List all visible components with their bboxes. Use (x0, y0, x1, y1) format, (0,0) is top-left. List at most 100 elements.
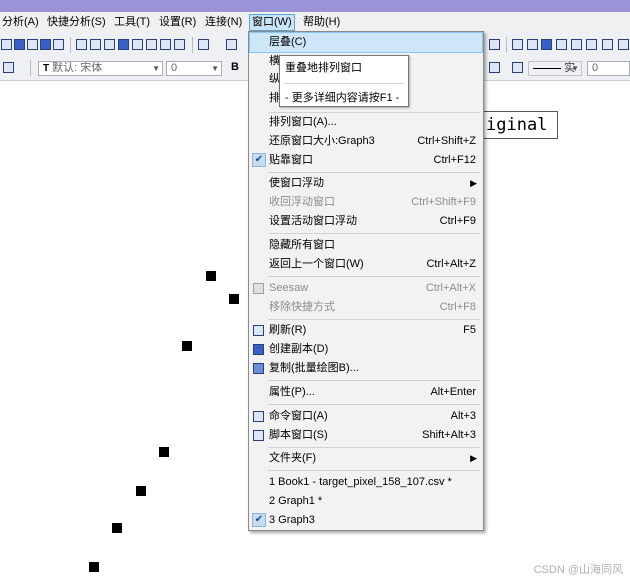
tool-icon[interactable] (53, 39, 64, 50)
menu-separator (268, 470, 480, 471)
menu-item-label: 复制(批量绘图B)... (269, 362, 359, 374)
menu-item-window-graph3[interactable]: ✔ 3 Graph3 (250, 511, 482, 530)
menu-quick-analysis[interactable]: 快捷分析(S) (45, 15, 108, 30)
tool-icon[interactable] (586, 39, 597, 50)
z-axis-icon[interactable] (556, 39, 567, 50)
menu-item-label: 移除快捷方式 (269, 301, 335, 313)
menu-item-seesaw: Seesaw Ctrl+Alt+X (250, 279, 482, 298)
tool-icon[interactable] (1, 39, 12, 50)
menu-item-restore-size[interactable]: 还原窗口大小:Graph3 Ctrl+Shift+Z (250, 132, 482, 151)
menu-item-refresh[interactable]: 刷新(R) F5 (250, 321, 482, 340)
watermark: CSDN @山海同风 (533, 564, 623, 576)
menu-separator (268, 447, 480, 448)
menu-item-shortcut: Ctrl+F9 (439, 215, 476, 227)
tool-icon[interactable] (76, 39, 87, 50)
tool-icon[interactable] (132, 39, 143, 50)
menu-item-shortcut: Shift+Alt+3 (422, 429, 476, 441)
font-size-combo[interactable]: 0 ▼ (166, 61, 222, 76)
menu-separator (268, 319, 480, 320)
menu-item-set-active-floating[interactable]: 设置活动窗口浮动 Ctrl+F9 (250, 212, 482, 231)
tool-icon[interactable] (146, 39, 157, 50)
menu-connect[interactable]: 连接(N) (203, 15, 244, 30)
menu-tools[interactable]: 工具(T) (112, 15, 152, 30)
menu-separator (268, 276, 480, 277)
menu-item-batch-plot[interactable]: 复制(批量绘图B)... (250, 359, 482, 378)
line-width-combo[interactable]: 0 (587, 61, 630, 76)
tool-icon[interactable] (27, 39, 38, 50)
menu-item-properties[interactable]: 属性(P)... Alt+Enter (250, 383, 482, 402)
tool-icon[interactable] (198, 39, 209, 50)
menu-separator (268, 404, 480, 405)
data-point (159, 447, 169, 457)
menu-item-command-window[interactable]: 命令窗口(A) Alt+3 (250, 407, 482, 426)
font-name-value: 默认: 宋体 (52, 62, 103, 74)
seesaw-icon (253, 283, 264, 294)
line-style-combo[interactable]: 实 ▼ (528, 61, 582, 76)
font-name-combo[interactable]: T 默认: 宋体 ▼ (38, 61, 163, 76)
menu-item-float-window[interactable]: 使窗口浮动 ▶ (250, 174, 482, 193)
menu-item-label: 1 Book1 - target_pixel_158_107.csv * (269, 476, 452, 488)
tool-icon[interactable] (618, 39, 629, 50)
legend-text[interactable]: iginal (478, 111, 558, 139)
tool-icon[interactable] (512, 39, 523, 50)
batch-plot-icon (253, 363, 264, 374)
tool-icon[interactable] (118, 39, 129, 50)
refresh-icon (253, 325, 264, 336)
tool-icon[interactable] (90, 39, 101, 50)
menu-item-shortcut: Ctrl+Shift+F9 (411, 196, 476, 208)
fill-icon[interactable] (512, 62, 523, 73)
line-width-value: 0 (592, 62, 599, 74)
menu-item-shortcut: Alt+Enter (430, 386, 476, 398)
paste-icon[interactable] (3, 62, 14, 73)
bold-button[interactable]: B (231, 61, 239, 73)
menu-item-hide-all[interactable]: 隐藏所有窗口 (250, 236, 482, 255)
menu-item-folders[interactable]: 文件夹(F) ▶ (250, 449, 482, 468)
font-size-value: 0 (171, 62, 178, 74)
tool-icon[interactable] (489, 39, 500, 50)
menu-item-arrange-windows[interactable]: 排列窗口(A)... (250, 113, 482, 132)
menu-item-dock-window[interactable]: ✔ 贴靠窗口 Ctrl+F12 (250, 151, 482, 170)
tool-icon[interactable] (40, 39, 51, 50)
menu-item-label: Seesaw (269, 282, 309, 294)
command-window-icon (253, 411, 264, 422)
pen-icon[interactable] (489, 62, 500, 73)
y-axis-icon[interactable] (541, 39, 552, 50)
font-t-icon: T (43, 63, 50, 74)
menu-settings[interactable]: 设置(R) (157, 15, 198, 30)
data-point (112, 523, 122, 533)
tool-icon[interactable] (602, 39, 613, 50)
submenu-arrow-icon: ▶ (470, 178, 477, 188)
checkmark-icon: ✔ (252, 153, 266, 167)
menu-item-label: 层叠(C) (269, 36, 307, 48)
tool-icon[interactable] (174, 39, 185, 50)
data-point (136, 486, 146, 496)
data-point (229, 294, 239, 304)
menu-help[interactable]: 帮助(H) (301, 15, 342, 30)
menu-window[interactable]: 窗口(W) (249, 14, 295, 31)
submenu-arrow-icon: ▶ (470, 453, 477, 463)
tooltip-separator (284, 83, 404, 84)
tool-icon[interactable] (571, 39, 582, 50)
menu-item-previous-window[interactable]: 返回上一个窗口(W) Ctrl+Alt+Z (250, 255, 482, 274)
chevron-down-icon: ▼ (152, 64, 160, 73)
menu-item-label: 属性(P)... (269, 386, 315, 398)
menu-item-shortcut: Ctrl+Shift+Z (417, 135, 476, 147)
duplicate-icon (253, 344, 264, 355)
menu-item-cascade[interactable]: 层叠(C) (249, 32, 483, 53)
data-point (182, 341, 192, 351)
tool-icon[interactable] (160, 39, 171, 50)
menu-item-window-graph1[interactable]: 2 Graph1 * (250, 492, 482, 511)
tool-icon[interactable] (14, 39, 25, 50)
tool-icon[interactable] (104, 39, 115, 50)
menu-item-retract-floating: 收回浮动窗口 Ctrl+Shift+F9 (250, 193, 482, 212)
tool-icon[interactable] (226, 39, 237, 50)
menu-item-label: 命令窗口(A) (269, 410, 328, 422)
close-x-icon[interactable] (527, 39, 538, 50)
menu-item-shortcut: Ctrl+F12 (433, 154, 477, 166)
menu-item-duplicate[interactable]: 创建副本(D) (250, 340, 482, 359)
chevron-down-icon: ▼ (211, 64, 219, 73)
menu-item-window-book1[interactable]: 1 Book1 - target_pixel_158_107.csv * (250, 473, 482, 492)
menu-analysis[interactable]: 分析(A) (0, 15, 41, 30)
menu-item-script-window[interactable]: 脚本窗口(S) Shift+Alt+3 (250, 426, 482, 445)
tooltip-title: 重叠地排列窗口 (285, 62, 362, 74)
